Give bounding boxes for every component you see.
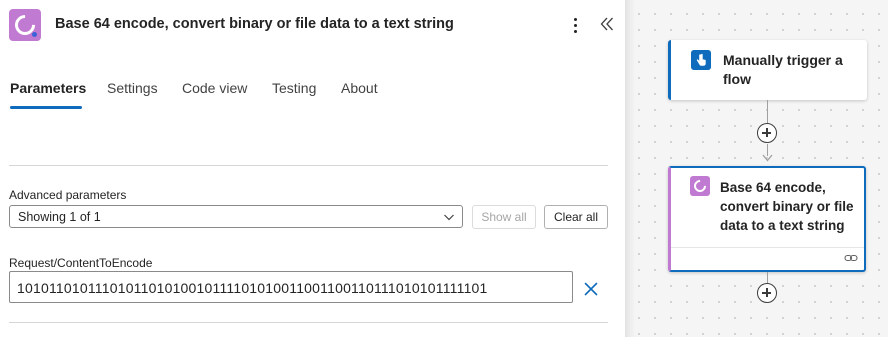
- trigger-card-title: Manually trigger a flow: [723, 52, 843, 87]
- dropdown-value: Showing 1 of 1: [18, 210, 101, 224]
- add-step-button[interactable]: [757, 283, 777, 303]
- content-to-encode-input[interactable]: 1010110101110101101010010111101010011001…: [9, 271, 573, 303]
- touch-hand-icon: [691, 50, 711, 70]
- clear-all-button[interactable]: Clear all: [544, 205, 608, 229]
- advanced-parameters-dropdown[interactable]: Showing 1 of 1: [9, 205, 463, 228]
- card-footer-divider: [671, 247, 864, 248]
- more-vertical-icon: [573, 17, 577, 21]
- connector-line: [767, 272, 768, 283]
- arrow-down-icon: [762, 154, 773, 162]
- more-options-button[interactable]: [565, 14, 585, 36]
- chevron-down-icon: [444, 214, 454, 221]
- tab-code-view[interactable]: Code view: [182, 80, 247, 96]
- add-step-button[interactable]: [757, 123, 777, 143]
- active-tab-indicator: [10, 106, 82, 109]
- content-to-encode-label: Request/ContentToEncode: [9, 256, 153, 270]
- tab-settings[interactable]: Settings: [107, 80, 158, 96]
- panel-title: Base 64 encode, convert binary or file d…: [55, 16, 454, 32]
- connector-c-icon: [690, 176, 710, 196]
- tab-parameters[interactable]: Parameters: [10, 80, 86, 96]
- connector-line: [767, 100, 768, 123]
- action-card[interactable]: Base 64 encode, convert binary or file d…: [668, 166, 866, 272]
- panel-shadow: [625, 0, 635, 337]
- action-card-title: Base 64 encode, convert binary or file d…: [720, 180, 854, 233]
- tab-about[interactable]: About: [341, 80, 378, 96]
- link-icon[interactable]: [844, 252, 858, 264]
- connector-c-icon: [9, 9, 41, 41]
- show-all-button[interactable]: Show all: [472, 205, 536, 229]
- section-divider: [9, 165, 608, 166]
- trigger-card[interactable]: Manually trigger a flow: [668, 40, 867, 100]
- double-chevron-left-icon: [600, 17, 613, 31]
- advanced-parameters-label: Advanced parameters: [9, 188, 127, 202]
- tab-testing[interactable]: Testing: [272, 80, 316, 96]
- collapse-panel-button[interactable]: [597, 12, 617, 36]
- clear-field-button[interactable]: [583, 281, 599, 297]
- input-value: 1010110101110101101010010111101010011001…: [17, 280, 488, 296]
- action-details-panel: Base 64 encode, convert binary or file d…: [0, 0, 625, 337]
- section-divider: [9, 322, 608, 323]
- close-icon: [584, 282, 598, 296]
- panel-header: Base 64 encode, convert binary or file d…: [0, 0, 625, 50]
- tab-bar: Parameters Settings Code view Testing Ab…: [0, 72, 625, 112]
